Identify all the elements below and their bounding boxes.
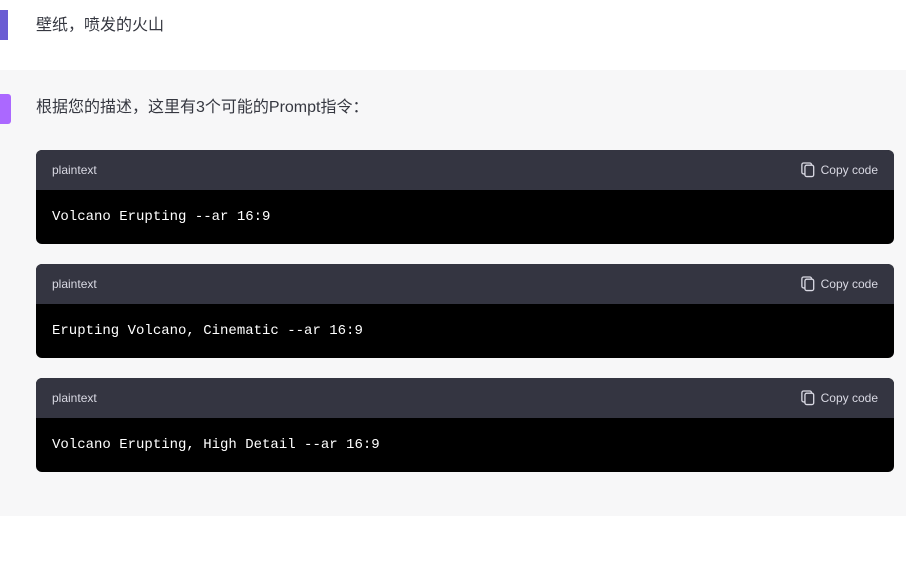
- code-block: plaintext Copy code Erupting Volcano, Ci…: [36, 264, 894, 358]
- assistant-avatar-edge: [0, 94, 11, 124]
- user-avatar-edge: [0, 10, 8, 40]
- code-language-label: plaintext: [52, 391, 97, 405]
- assistant-message-row: 根据您的描述，这里有3个可能的Prompt指令： plaintext Copy …: [0, 70, 906, 516]
- copy-code-label: Copy code: [821, 391, 878, 405]
- code-block-header: plaintext Copy code: [36, 264, 894, 304]
- assistant-intro-text: 根据您的描述，这里有3个可能的Prompt指令：: [36, 94, 896, 122]
- user-message-row: 壁纸，喷发的火山: [0, 0, 906, 70]
- code-block-content[interactable]: Volcano Erupting, High Detail --ar 16:9: [36, 418, 894, 472]
- copy-code-button[interactable]: Copy code: [801, 390, 878, 406]
- code-language-label: plaintext: [52, 163, 97, 177]
- code-block-content[interactable]: Erupting Volcano, Cinematic --ar 16:9: [36, 304, 894, 358]
- clipboard-icon: [801, 162, 815, 178]
- code-block-header: plaintext Copy code: [36, 378, 894, 418]
- code-block-header: plaintext Copy code: [36, 150, 894, 190]
- code-block: plaintext Copy code Volcano Erupting, Hi…: [36, 378, 894, 472]
- clipboard-icon: [801, 390, 815, 406]
- assistant-content: 根据您的描述，这里有3个可能的Prompt指令： plaintext Copy …: [36, 94, 906, 492]
- code-block-content[interactable]: Volcano Erupting --ar 16:9: [36, 190, 894, 244]
- copy-code-label: Copy code: [821, 163, 878, 177]
- copy-code-button[interactable]: Copy code: [801, 162, 878, 178]
- copy-code-label: Copy code: [821, 277, 878, 291]
- clipboard-icon: [801, 276, 815, 292]
- copy-code-button[interactable]: Copy code: [801, 276, 878, 292]
- code-block: plaintext Copy code Volcano Erupting --a…: [36, 150, 894, 244]
- code-language-label: plaintext: [52, 277, 97, 291]
- user-message-text: 壁纸，喷发的火山: [36, 10, 164, 40]
